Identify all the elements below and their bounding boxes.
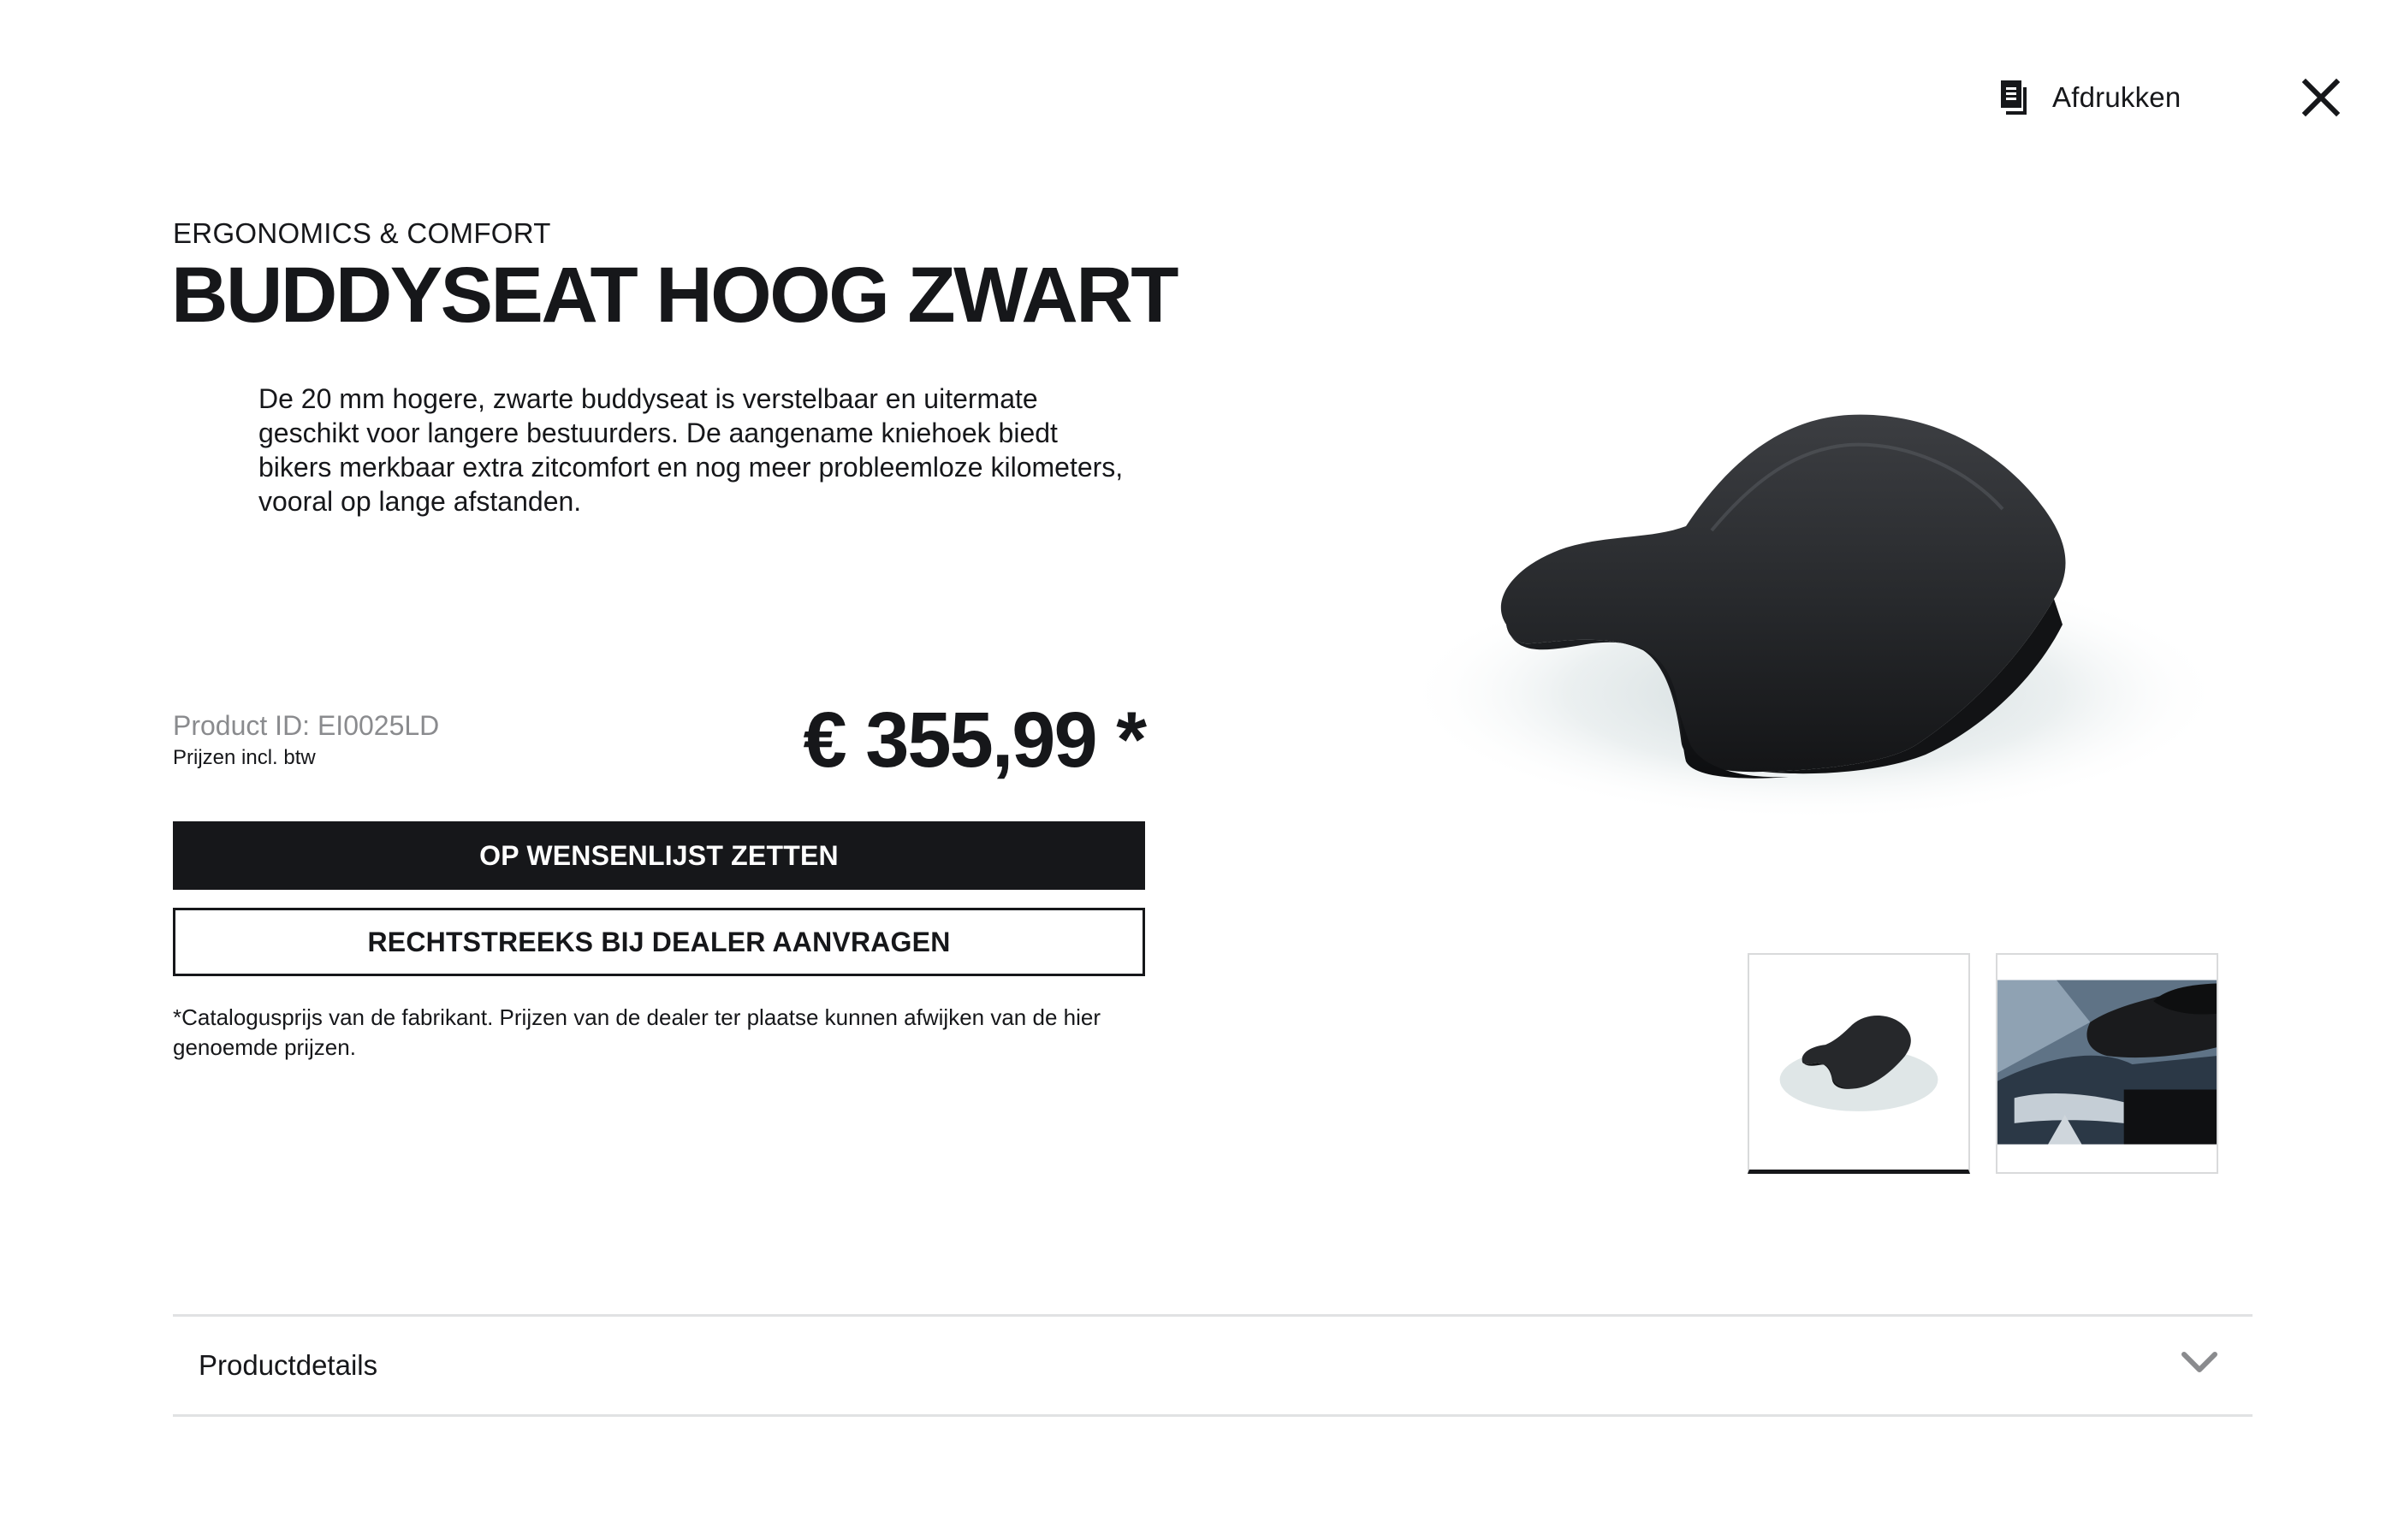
product-title: BUDDYSEAT HOOG ZWART: [171, 252, 1178, 339]
close-button[interactable]: [2300, 77, 2342, 118]
product-details-accordion[interactable]: Productdetails: [173, 1314, 2253, 1417]
price-disclaimer: *Catalogusprijs van de fabrikant. Prijze…: [173, 1004, 1101, 1060]
gallery-thumbnail-mounted[interactable]: [1996, 953, 2218, 1174]
print-document-icon: [1999, 79, 2030, 116]
product-category: ERGONOMICS & COMFORT: [173, 217, 551, 249]
print-label: Afdrukken: [2052, 81, 2181, 113]
product-price: € 355,99 *: [803, 696, 1147, 784]
close-icon: [2300, 77, 2342, 118]
chevron-down-icon: [2181, 1349, 2218, 1377]
request-dealer-button[interactable]: RECHTSTREEKS BIJ DEALER AANVRAGEN: [173, 908, 1145, 976]
add-to-wishlist-button[interactable]: OP WENSENLIJST ZETTEN: [173, 821, 1145, 890]
product-id: Product ID: EI0025LD: [173, 710, 440, 741]
product-description: De 20 mm hogere, zwarte buddyseat is ver…: [258, 383, 1124, 517]
print-button[interactable]: Afdrukken: [1999, 75, 2181, 120]
product-main-image: [1386, 368, 2225, 881]
gallery-thumbnail-seat[interactable]: [1748, 953, 1970, 1174]
accordion-label: Productdetails: [199, 1349, 378, 1381]
vat-note: Prijzen incl. btw: [173, 746, 316, 769]
